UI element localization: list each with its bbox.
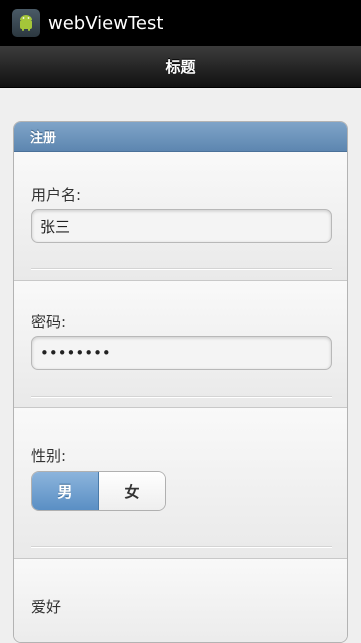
app-title-bar: webViewTest	[0, 0, 361, 46]
register-panel: 注册 用户名: 张三 密码: •••••••• 性别: 男 女 爱好	[13, 121, 348, 643]
username-section: 用户名: 张三	[14, 152, 347, 281]
panel-title: 注册	[30, 131, 57, 146]
hobbies-section: 爱好	[14, 559, 347, 642]
gender-option-female[interactable]: 女	[99, 472, 165, 510]
page-header: 标题	[0, 46, 361, 88]
divider	[31, 396, 332, 398]
gender-section: 性别: 男 女	[14, 408, 347, 559]
android-app-icon	[12, 9, 40, 37]
password-input[interactable]: ••••••••	[31, 336, 332, 370]
username-label: 用户名:	[31, 186, 82, 204]
gender-label: 性别:	[31, 447, 67, 465]
page-title: 标题	[165, 58, 196, 76]
password-section: 密码: ••••••••	[14, 281, 347, 408]
app-title: webViewTest	[48, 12, 164, 34]
divider	[31, 546, 332, 548]
divider	[31, 268, 332, 270]
password-label: 密码:	[31, 313, 67, 331]
username-input[interactable]: 张三	[31, 209, 332, 243]
hobbies-label: 爱好	[31, 598, 62, 616]
panel-header[interactable]: 注册	[14, 122, 347, 152]
gender-option-male[interactable]: 男	[32, 472, 99, 510]
gender-segmented-control: 男 女	[31, 471, 166, 511]
